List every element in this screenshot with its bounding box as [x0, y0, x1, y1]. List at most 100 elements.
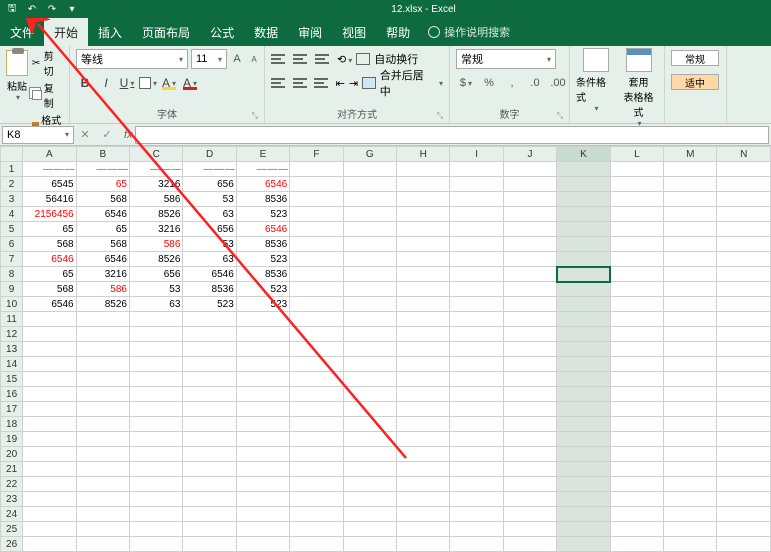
tab-formulas[interactable]: 公式 [200, 18, 244, 46]
cell-J10[interactable] [503, 297, 556, 312]
cell-D17[interactable] [183, 402, 236, 417]
row-header-13[interactable]: 13 [1, 342, 23, 357]
col-header-C[interactable]: C [129, 147, 182, 162]
cell-B19[interactable] [76, 432, 129, 447]
cell-B18[interactable] [76, 417, 129, 432]
cell-K11[interactable] [557, 312, 610, 327]
cell-L19[interactable] [610, 432, 663, 447]
cell-M2[interactable] [664, 177, 717, 192]
cell-I17[interactable] [450, 402, 503, 417]
cell-K7[interactable] [557, 252, 610, 267]
cell-G1[interactable] [343, 162, 396, 177]
italic-button[interactable]: I [97, 74, 115, 92]
row-header-22[interactable]: 22 [1, 477, 23, 492]
cell-D15[interactable] [183, 372, 236, 387]
cell-M7[interactable] [664, 252, 717, 267]
cell-E4[interactable]: 523 [236, 207, 289, 222]
cell-E24[interactable] [236, 507, 289, 522]
cell-D3[interactable]: 53 [183, 192, 236, 207]
cell-A11[interactable] [23, 312, 76, 327]
cell-N8[interactable] [717, 267, 771, 282]
cell-H3[interactable] [397, 192, 450, 207]
row-header-6[interactable]: 6 [1, 237, 23, 252]
col-header-D[interactable]: D [183, 147, 236, 162]
cell-F14[interactable] [290, 357, 343, 372]
conditional-format-button[interactable]: 条件格式▾ [576, 48, 615, 113]
cell-L8[interactable] [610, 267, 663, 282]
cell-M16[interactable] [664, 387, 717, 402]
cell-I2[interactable] [450, 177, 503, 192]
cell-F3[interactable] [290, 192, 343, 207]
cell-A20[interactable] [23, 447, 76, 462]
cell-M18[interactable] [664, 417, 717, 432]
cell-D25[interactable] [183, 522, 236, 537]
col-header-K[interactable]: K [557, 147, 610, 162]
cell-C11[interactable] [129, 312, 182, 327]
cell-E20[interactable] [236, 447, 289, 462]
cell-I26[interactable] [450, 537, 503, 552]
tab-help[interactable]: 帮助 [376, 18, 420, 46]
cell-J4[interactable] [503, 207, 556, 222]
cell-B6[interactable]: 568 [76, 237, 129, 252]
cell-H18[interactable] [397, 417, 450, 432]
cell-A14[interactable] [23, 357, 76, 372]
cell-I5[interactable] [450, 222, 503, 237]
cell-A13[interactable] [23, 342, 76, 357]
cell-G14[interactable] [343, 357, 396, 372]
cell-E5[interactable]: 6546 [236, 222, 289, 237]
row-header-20[interactable]: 20 [1, 447, 23, 462]
tab-review[interactable]: 审阅 [288, 18, 332, 46]
row-header-10[interactable]: 10 [1, 297, 23, 312]
cell-H26[interactable] [397, 537, 450, 552]
cell-F12[interactable] [290, 327, 343, 342]
worksheet-grid[interactable]: ABCDEFGHIJKLMN1— — —— — —— — —— — —— — —… [0, 146, 771, 552]
row-header-12[interactable]: 12 [1, 327, 23, 342]
cell-G7[interactable] [343, 252, 396, 267]
cell-J21[interactable] [503, 462, 556, 477]
row-header-24[interactable]: 24 [1, 507, 23, 522]
cell-H4[interactable] [397, 207, 450, 222]
cell-A5[interactable]: 65 [23, 222, 76, 237]
cell-B15[interactable] [76, 372, 129, 387]
row-header-9[interactable]: 9 [1, 282, 23, 297]
cell-G23[interactable] [343, 492, 396, 507]
enter-formula-button[interactable]: ✓ [98, 128, 116, 141]
cell-G10[interactable] [343, 297, 396, 312]
cell-L16[interactable] [610, 387, 663, 402]
cell-K25[interactable] [557, 522, 610, 537]
cell-N2[interactable] [717, 177, 771, 192]
align-left-button[interactable] [271, 75, 289, 91]
row-header-5[interactable]: 5 [1, 222, 23, 237]
cell-H24[interactable] [397, 507, 450, 522]
cell-G5[interactable] [343, 222, 396, 237]
cell-K14[interactable] [557, 357, 610, 372]
cell-B21[interactable] [76, 462, 129, 477]
cell-H13[interactable] [397, 342, 450, 357]
cell-A19[interactable] [23, 432, 76, 447]
cell-N23[interactable] [717, 492, 771, 507]
cell-A15[interactable] [23, 372, 76, 387]
increase-indent-button[interactable]: ⇥ [349, 77, 358, 90]
cell-K26[interactable] [557, 537, 610, 552]
copy-button[interactable]: 复制 [32, 80, 63, 110]
row-header-4[interactable]: 4 [1, 207, 23, 222]
cell-F22[interactable] [290, 477, 343, 492]
cell-H19[interactable] [397, 432, 450, 447]
row-header-23[interactable]: 23 [1, 492, 23, 507]
cell-B2[interactable]: 65 [76, 177, 129, 192]
cell-B9[interactable]: 586 [76, 282, 129, 297]
cell-J20[interactable] [503, 447, 556, 462]
cell-G21[interactable] [343, 462, 396, 477]
cell-J19[interactable] [503, 432, 556, 447]
cell-A24[interactable] [23, 507, 76, 522]
cell-L1[interactable] [610, 162, 663, 177]
cell-E9[interactable]: 523 [236, 282, 289, 297]
cell-I9[interactable] [450, 282, 503, 297]
cell-M13[interactable] [664, 342, 717, 357]
cell-A17[interactable] [23, 402, 76, 417]
cell-B4[interactable]: 6546 [76, 207, 129, 222]
cell-N19[interactable] [717, 432, 771, 447]
cell-J1[interactable] [503, 162, 556, 177]
cell-B12[interactable] [76, 327, 129, 342]
align-middle-button[interactable] [293, 51, 311, 67]
